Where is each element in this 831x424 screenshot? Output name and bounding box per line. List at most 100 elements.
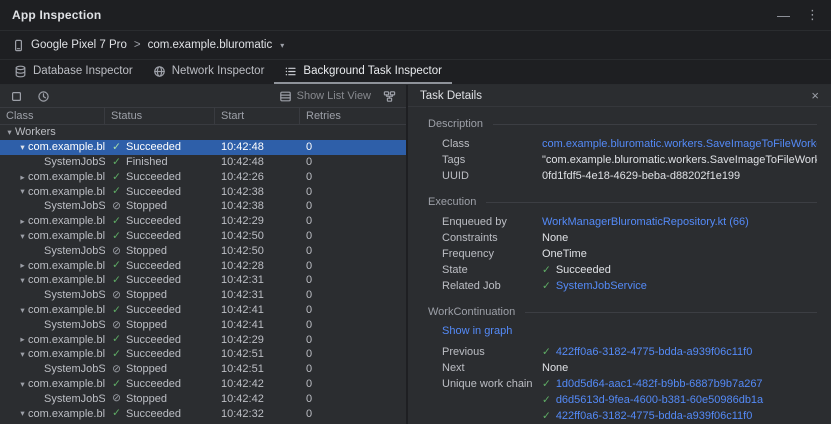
table-row[interactable]: ▸ com.example.bl ✓ Succeeded 10:42:29 0: [0, 332, 406, 347]
detail-value-text[interactable]: d6d5613d-9fea-4600-b381-60e50986db1a: [556, 394, 763, 407]
status-icon: ⊘: [111, 290, 122, 301]
status-cell: ✓ Succeeded: [105, 215, 215, 227]
status-cell: ⊘ Stopped: [105, 200, 215, 212]
status-label: Succeeded: [126, 378, 181, 390]
table-row[interactable]: SystemJobS ✓ Finished 10:42:48 0: [0, 155, 406, 170]
detail-row: Related Job ✓ SystemJobService: [442, 280, 817, 293]
clock-icon[interactable]: [35, 88, 52, 105]
tree-chevron-icon[interactable]: ▾: [17, 232, 28, 241]
status-label: Succeeded: [126, 171, 181, 183]
table-row[interactable]: SystemJobS ⊘ Stopped 10:42:51 0: [0, 362, 406, 377]
status-cell: ✓ Succeeded: [105, 378, 215, 390]
hide-icon[interactable]: —: [777, 8, 790, 23]
table-row[interactable]: ▾ com.example.bl ✓ Succeeded 10:42:41 0: [0, 303, 406, 318]
table-row[interactable]: ▾ com.example.bl ✓ Succeeded 10:42:31 0: [0, 273, 406, 288]
status-label: Stopped: [126, 363, 167, 375]
table-row[interactable]: SystemJobS ⊘ Stopped 10:42:31 0: [0, 288, 406, 303]
check-icon: ✓: [542, 281, 551, 292]
status-cell: ⊘ Stopped: [105, 393, 215, 405]
tree-chevron-icon[interactable]: ▾: [17, 306, 28, 315]
column-header-retries[interactable]: Retries: [300, 108, 406, 124]
tree-chevron-icon[interactable]: ▸: [17, 217, 28, 226]
class-label: Workers: [15, 126, 56, 138]
detail-value: WorkManagerBluromaticRepository.kt (66): [542, 216, 817, 229]
detail-value-text[interactable]: com.example.bluromatic.workers.SaveImage…: [542, 138, 817, 151]
class-label: com.example.bl: [28, 215, 105, 227]
class-label: com.example.bl: [28, 348, 105, 360]
tree-chevron-icon[interactable]: ▾: [17, 350, 28, 359]
tab-network-inspector[interactable]: Network Inspector: [143, 60, 275, 84]
tree-chevron-icon[interactable]: ▾: [17, 380, 28, 389]
tree-chevron-icon[interactable]: ▸: [17, 261, 28, 270]
detail-value-text[interactable]: 422ff0a6-3182-4775-bdda-a939f06c11f0: [556, 410, 753, 423]
column-header-status[interactable]: Status: [105, 108, 215, 124]
class-cell: ▾ com.example.bl: [0, 304, 105, 316]
start-time: 10:42:51: [215, 363, 300, 375]
table-row[interactable]: ▸ com.example.bl ✓ Succeeded 10:42:26 0: [0, 169, 406, 184]
table-row[interactable]: ▸ com.example.bl ✓ Succeeded 10:42:29 0: [0, 214, 406, 229]
detail-row: Next None: [442, 362, 817, 375]
table-row[interactable]: SystemJobS ⊘ Stopped 10:42:38 0: [0, 199, 406, 214]
start-time: 10:42:41: [215, 304, 300, 316]
table-row[interactable]: ▸ com.example.bl ✓ Succeeded 10:42:28 0: [0, 258, 406, 273]
table-row[interactable]: ▾ com.example.bl ✓ Succeeded 10:42:42 0: [0, 377, 406, 392]
status-label: Succeeded: [126, 274, 181, 286]
detail-value-text[interactable]: WorkManagerBluromaticRepository.kt (66): [542, 216, 749, 229]
process-name: com.example.bluromatic: [148, 39, 273, 51]
class-label: com.example.bl: [28, 408, 105, 420]
more-options-icon[interactable]: ⋮: [806, 7, 819, 23]
table-row[interactable]: SystemJobS ⊘ Stopped 10:42:50 0: [0, 243, 406, 258]
app-inspection-window: App Inspection — ⋮ Google Pixel 7 Pro > …: [0, 0, 831, 424]
start-time: 10:42:51: [215, 348, 300, 360]
tab-background-task-inspector[interactable]: Background Task Inspector: [274, 60, 452, 84]
status-label: Succeeded: [126, 260, 181, 272]
detail-row: Enqueued by WorkManagerBluromaticReposit…: [442, 216, 817, 229]
table-row[interactable]: SystemJobS ⊘ Stopped 10:42:41 0: [0, 317, 406, 332]
tab-database-inspector[interactable]: Database Inspector: [4, 60, 143, 84]
section-rows: Previous ✓ 422ff0a6-3182-4775-bdda-a939f…: [442, 346, 817, 423]
detail-value-text[interactable]: 422ff0a6-3182-4775-bdda-a939f06c11f0: [556, 346, 753, 359]
tree-chevron-icon[interactable]: ▸: [17, 173, 28, 182]
class-label: com.example.bl: [28, 171, 105, 183]
start-time: 10:42:29: [215, 215, 300, 227]
list-view-icon: [279, 90, 292, 103]
device-process-selector[interactable]: Google Pixel 7 Pro > com.example.bluroma…: [12, 39, 284, 52]
detail-label: Frequency: [442, 248, 542, 261]
show-list-view-button[interactable]: Show List View: [279, 90, 371, 103]
column-header-class[interactable]: Class: [0, 108, 105, 124]
table-row[interactable]: ▾ com.example.bl ✓ Succeeded 10:42:50 0: [0, 229, 406, 244]
tree-chevron-icon[interactable]: ▾: [17, 409, 28, 418]
tree-chevron-icon[interactable]: ▾: [17, 187, 28, 196]
table-row[interactable]: SystemJobS ⊘ Stopped 10:42:42 0: [0, 391, 406, 406]
stop-icon[interactable]: [8, 88, 25, 105]
detail-value-text[interactable]: 1d0d5d64-aac1-482f-b9bb-6887b9b7a267: [556, 378, 763, 391]
table-row[interactable]: ▾ com.example.bl ✓ Succeeded 10:42:32 0: [0, 406, 406, 421]
graph-view-icon[interactable]: [381, 88, 398, 105]
window-title: App Inspection: [12, 8, 101, 22]
phone-icon: [12, 39, 25, 52]
start-time: 10:42:31: [215, 274, 300, 286]
tree-chevron-icon[interactable]: ▸: [17, 335, 28, 344]
start-time: 10:42:41: [215, 319, 300, 331]
section-divider: [525, 312, 817, 313]
tree-chevron-icon[interactable]: ▾: [4, 128, 15, 137]
status-cell: ✓ Succeeded: [105, 141, 215, 153]
details-section: Execution Enqueued by WorkManagerBluroma…: [428, 196, 817, 293]
start-time: 10:42:26: [215, 171, 300, 183]
detail-value-text[interactable]: SystemJobService: [556, 280, 647, 293]
table-row[interactable]: ▾ com.example.bl ✓ Succeeded 10:42:51 0: [0, 347, 406, 362]
close-icon[interactable]: ×: [811, 89, 819, 102]
class-label: com.example.bl: [28, 260, 105, 272]
column-header-start[interactable]: Start: [215, 108, 300, 124]
start-time: 10:42:50: [215, 230, 300, 242]
tree-chevron-icon[interactable]: ▾: [17, 143, 28, 152]
show-in-graph-link[interactable]: Show in graph: [442, 325, 817, 338]
table-row[interactable]: ▾ com.example.bl ✓ Succeeded 10:42:38 0: [0, 184, 406, 199]
tree-chevron-icon[interactable]: ▾: [17, 276, 28, 285]
section-title: Execution: [428, 196, 476, 208]
table-row[interactable]: ▾ Workers: [0, 125, 406, 140]
status-cell: ⊘ Stopped: [105, 363, 215, 375]
table-row[interactable]: ▾ com.example.bl ✓ Succeeded 10:42:48 0: [0, 140, 406, 155]
class-label: com.example.bl: [28, 230, 105, 242]
status-icon: ✓: [111, 172, 122, 183]
